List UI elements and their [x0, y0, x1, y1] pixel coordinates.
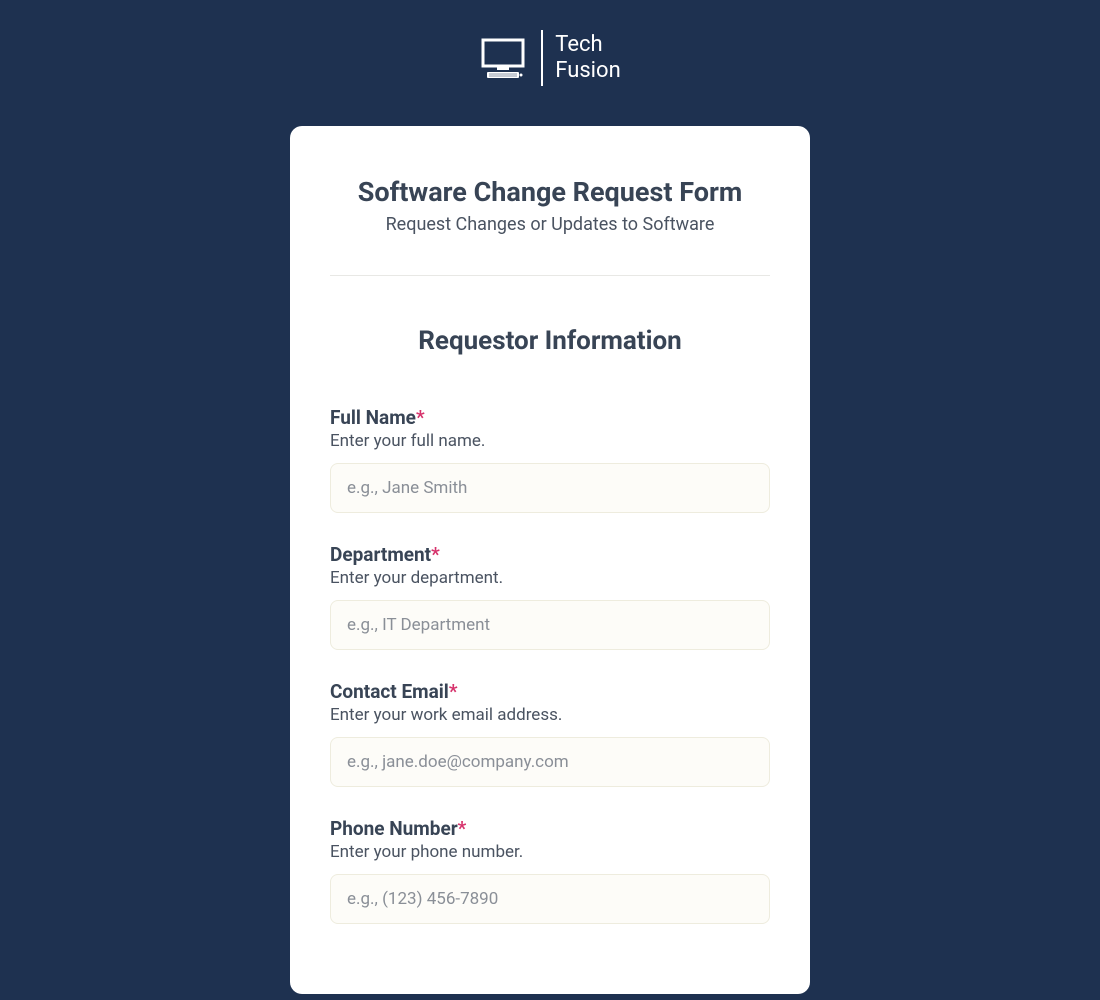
field-phone: Phone Number* Enter your phone number.: [330, 817, 770, 924]
full-name-label: Full Name*: [330, 406, 770, 429]
required-mark: *: [431, 543, 440, 566]
required-mark: *: [458, 817, 467, 840]
logo-divider: [541, 30, 543, 86]
field-email: Contact Email* Enter your work email add…: [330, 680, 770, 787]
department-label: Department*: [330, 543, 770, 566]
section-title: Requestor Information: [330, 326, 770, 356]
logo-text-line2: Fusion: [555, 58, 620, 84]
email-input[interactable]: [330, 737, 770, 787]
department-hint: Enter your department.: [330, 568, 770, 588]
field-full-name: Full Name* Enter your full name.: [330, 406, 770, 513]
department-input[interactable]: [330, 600, 770, 650]
email-label: Contact Email*: [330, 680, 770, 703]
form-subtitle: Request Changes or Updates to Software: [330, 214, 770, 235]
field-department: Department* Enter your department.: [330, 543, 770, 650]
full-name-input[interactable]: [330, 463, 770, 513]
required-mark: *: [416, 406, 425, 429]
computer-icon: [479, 34, 527, 82]
phone-hint: Enter your phone number.: [330, 842, 770, 862]
form-card: Software Change Request Form Request Cha…: [290, 126, 810, 994]
logo: Tech Fusion: [0, 30, 1100, 86]
required-mark: *: [449, 680, 458, 703]
phone-input[interactable]: [330, 874, 770, 924]
logo-text-line1: Tech: [555, 32, 620, 58]
form-title: Software Change Request Form: [330, 176, 770, 208]
email-hint: Enter your work email address.: [330, 705, 770, 725]
divider: [330, 275, 770, 276]
phone-label: Phone Number*: [330, 817, 770, 840]
full-name-hint: Enter your full name.: [330, 431, 770, 451]
logo-text: Tech Fusion: [555, 32, 620, 85]
